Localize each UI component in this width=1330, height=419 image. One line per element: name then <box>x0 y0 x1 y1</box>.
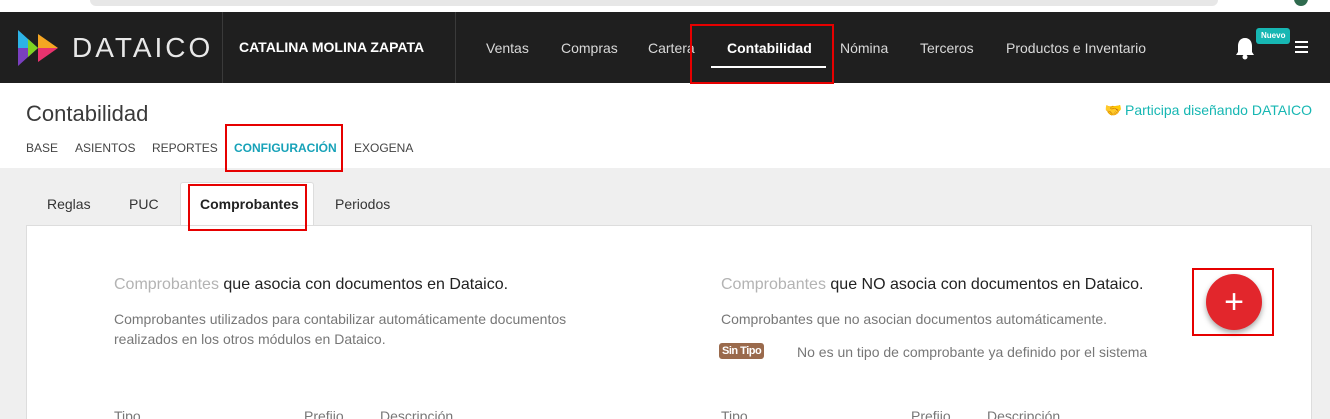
page-subheader: Contabilidad 🤝 Participa diseñando DATAIC… <box>0 83 1330 168</box>
handshake-icon: 🤝 <box>1104 102 1122 118</box>
participa-label: Participa diseñando DATAICO <box>1124 102 1312 118</box>
nav-item-contabilidad[interactable]: Contabilidad <box>727 40 812 56</box>
tab-periodos[interactable]: Periodos <box>335 196 390 212</box>
nav-item-compras[interactable]: Compras <box>561 40 618 56</box>
sin-tipo-badge: Sin Tipo <box>719 343 765 359</box>
left-desc-line2: realizados en los otros módulos en Datai… <box>114 331 386 347</box>
left-title-light: Comprobantes <box>114 276 219 293</box>
subnav-asientos[interactable]: ASIENTOS <box>75 141 135 155</box>
subnav-base[interactable]: BASE <box>26 141 58 155</box>
tab-comprobantes[interactable]: Comprobantes <box>200 196 299 212</box>
left-col-prefijo: Prefijo <box>304 408 344 419</box>
nav-item-ventas[interactable]: Ventas <box>486 40 529 56</box>
browser-address-strip <box>0 0 1330 12</box>
company-name[interactable]: CATALINA MOLINA ZAPATA <box>239 39 424 55</box>
left-section-description: Comprobantes utilizados para contabiliza… <box>114 309 566 349</box>
right-section-title: Comprobantes que NO asocia con documento… <box>721 276 1143 294</box>
tab-reglas[interactable]: Reglas <box>47 196 91 212</box>
nav-item-terceros[interactable]: Terceros <box>920 40 974 56</box>
left-col-tipo: Tipo <box>114 408 141 419</box>
active-nav-underline <box>711 66 826 68</box>
navbar-divider <box>222 12 223 83</box>
new-badge: Nuevo <box>1256 28 1291 44</box>
right-title-bold: que NO asocia con documentos en Dataico. <box>830 276 1144 293</box>
left-title-bold: que asocia con documentos en Dataico. <box>223 276 509 293</box>
dataico-logo-icon[interactable] <box>14 26 60 70</box>
left-col-descripcion: Descripción <box>380 408 454 419</box>
brand-name[interactable]: DATAICO <box>72 32 213 64</box>
right-col-descripcion: Descripción <box>987 408 1061 419</box>
navbar-divider <box>455 12 456 83</box>
plus-icon: + <box>1224 282 1244 321</box>
right-col-tipo: Tipo <box>721 408 748 419</box>
tab-puc[interactable]: PUC <box>129 196 159 212</box>
profile-avatar[interactable] <box>1294 0 1308 6</box>
add-comprobante-button[interactable]: + <box>1206 274 1262 330</box>
right-title-light: Comprobantes <box>721 276 826 293</box>
subnav-exogena[interactable]: EXOGENA <box>354 141 413 155</box>
top-navbar: DATAICO CATALINA MOLINA ZAPATA Ventas Co… <box>0 12 1330 83</box>
address-bar[interactable] <box>90 0 1218 6</box>
left-desc-line1: Comprobantes utilizados para contabiliza… <box>114 311 567 327</box>
nav-item-nomina[interactable]: Nómina <box>840 40 888 56</box>
subnav-reportes[interactable]: REPORTES <box>152 141 218 155</box>
sin-tipo-description: No es un tipo de comprobante ya definido… <box>797 344 1148 360</box>
nav-item-cartera[interactable]: Cartera <box>648 40 695 56</box>
participa-link[interactable]: 🤝 Participa diseñando DATAICO <box>1105 102 1312 119</box>
bell-icon[interactable] <box>1234 36 1256 60</box>
hamburger-menu-icon[interactable] <box>1295 41 1308 53</box>
nav-item-productos-inventario[interactable]: Productos e Inventario <box>1006 40 1146 56</box>
page-title: Contabilidad <box>26 101 149 126</box>
left-section-title: Comprobantes que asocia con documentos e… <box>114 276 508 294</box>
right-col-prefijo: Prefijo <box>911 408 951 419</box>
right-section-description: Comprobantes que no asocian documentos a… <box>721 311 1108 327</box>
subnav-configuracion[interactable]: CONFIGURACIÓN <box>234 141 337 155</box>
